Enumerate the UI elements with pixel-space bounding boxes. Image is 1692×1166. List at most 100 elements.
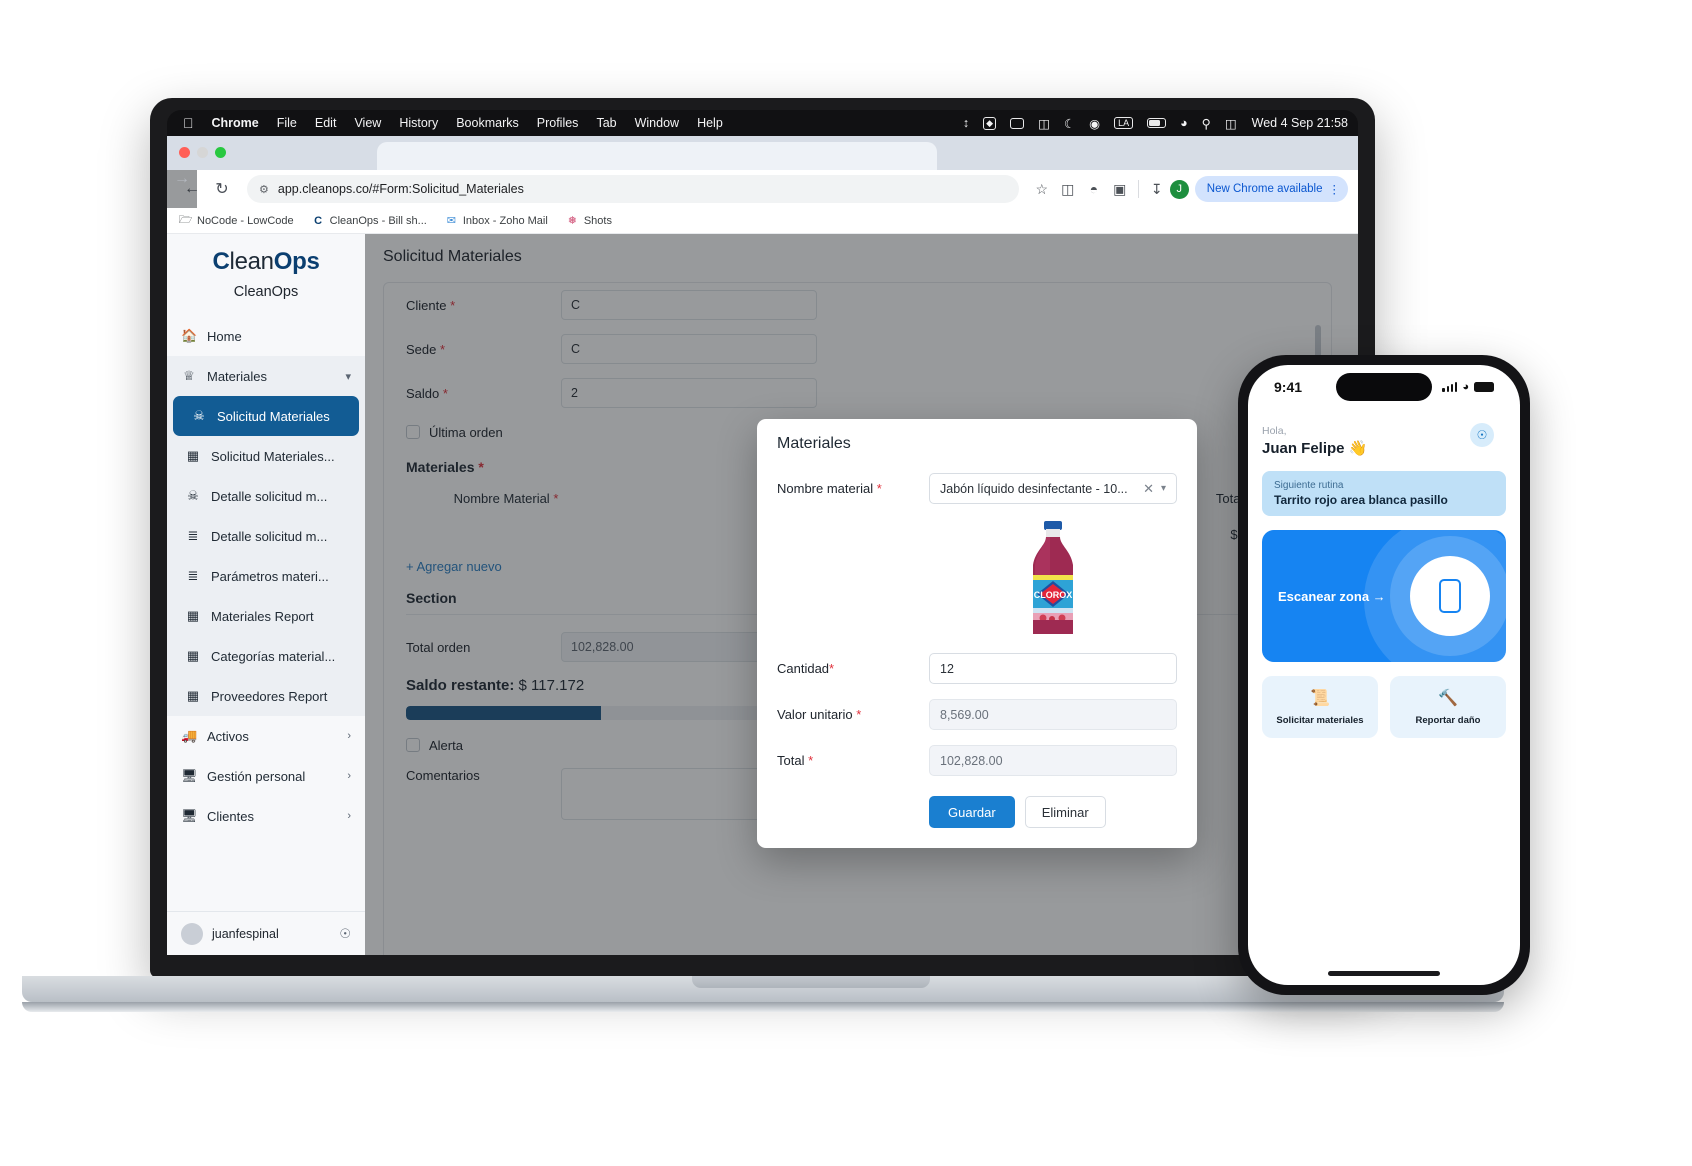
sidebar-item-categorias-material[interactable]: ▦ Categorías material... (167, 636, 365, 676)
scan-zone-card[interactable]: Escanear zona → (1262, 530, 1506, 662)
menu-edit[interactable]: Edit (306, 116, 346, 130)
delete-button[interactable]: Eliminar (1024, 796, 1106, 828)
routine-title: Tarrito rojo area blanca pasillo (1274, 493, 1448, 507)
display-icon[interactable] (1003, 117, 1031, 129)
close-icon[interactable]: ✕ (1136, 481, 1161, 497)
record-icon[interactable]: ◉ (1082, 116, 1107, 131)
sidebar-item-label: Home (207, 328, 242, 344)
bookmark-cleanops-bill[interactable]: C CleanOps - Bill sh... (312, 214, 427, 227)
bookmark-inbox-zoho[interactable]: ✉ Inbox - Zoho Mail (445, 214, 548, 228)
apple-logo-icon[interactable]:  (173, 116, 203, 130)
sidebar-item-detalle-solicitud-1[interactable]: ☠ Detalle solicitud m... (167, 476, 365, 516)
bookmark-star-icon[interactable]: ☆ (1029, 181, 1055, 198)
chevron-right-icon[interactable]: › (347, 770, 351, 782)
menu-tab[interactable]: Tab (587, 116, 625, 130)
menu-profiles[interactable]: Profiles (528, 116, 588, 130)
sidebar-item-label: Gestión personal (207, 768, 306, 784)
toolbar-divider (1137, 180, 1139, 198)
input-source-la-icon[interactable]: LA (1107, 117, 1140, 129)
site-info-tune-icon[interactable]: ⚙ (259, 183, 269, 196)
sidebar-item-materiales-report[interactable]: ▦ Materiales Report (167, 596, 365, 636)
close-window-button[interactable] (179, 147, 190, 158)
notification-icon[interactable]: ☉ (1470, 423, 1494, 447)
brand-subtitle: CleanOps (233, 284, 299, 300)
puzzle-icon[interactable]: ▣ (1107, 181, 1133, 198)
save-button[interactable]: Guardar (929, 796, 1015, 828)
modal-label-total: Total * (777, 753, 929, 768)
profile-avatar[interactable]: J (1169, 179, 1189, 199)
menu-window[interactable]: Window (626, 116, 688, 130)
control-center-icon[interactable]: ◫ (1218, 116, 1244, 131)
menu-bookmarks[interactable]: Bookmarks (447, 116, 528, 130)
next-routine-card[interactable]: Siguiente rutina Tarrito rojo area blanc… (1262, 471, 1506, 516)
sidebar-item-activos[interactable]: 🚚 Activos › (167, 716, 365, 756)
menu-file[interactable]: File (268, 116, 306, 130)
reload-button[interactable]: ↻ (207, 179, 237, 199)
greeting-name: Juan Felipe 👋 (1262, 440, 1368, 457)
laptop-lip (22, 1002, 1504, 1012)
sidebar-item-proveedores-report[interactable]: ▦ Proveedores Report (167, 676, 365, 716)
home-indicator (1328, 971, 1440, 976)
materiales-modal: Materiales Nombre material * Jabón líqui… (757, 419, 1197, 848)
download-icon[interactable]: ↧ (1144, 181, 1170, 198)
browser-tab[interactable] (377, 142, 937, 170)
battery-icon[interactable] (1140, 118, 1173, 128)
forward-button[interactable]: → (167, 170, 197, 208)
logo-c: C (212, 248, 230, 275)
maximize-window-button[interactable] (215, 147, 226, 158)
usb-icon[interactable]: ◫ (1031, 116, 1057, 131)
sidebar-item-materiales[interactable]: ♕ Materiales ▾ (167, 356, 365, 396)
new-chrome-available-pill[interactable]: New Chrome available ⋮ (1194, 176, 1348, 202)
dropbox-icon[interactable]: ◆ (976, 116, 1003, 130)
modal-title: Materiales (777, 435, 851, 452)
tile-label: Reportar daño (1415, 715, 1481, 726)
mac-menu-bar:  Chrome File Edit View History Bookmark… (167, 110, 1358, 136)
bookmark-nocode-lowcode[interactable]: 🗁 NoCode - LowCode (179, 214, 294, 227)
tile-reportar-dano[interactable]: 🔨 Reportar daño (1390, 676, 1506, 738)
bookmark-label: Inbox - Zoho Mail (462, 214, 548, 227)
split-screen-icon[interactable]: ◫ (1055, 181, 1081, 198)
bookmark-shots[interactable]: ❅ Shots (566, 214, 612, 228)
menu-help[interactable]: Help (688, 116, 732, 130)
required-marker: * (829, 661, 835, 676)
address-bar[interactable]: ⚙ app.cleanops.co/#Form:Solicitud_Materi… (247, 175, 1019, 203)
input-cantidad[interactable]: 12 (929, 653, 1177, 684)
sidebar-item-label: Proveedores Report (211, 688, 328, 704)
minimize-window-button[interactable] (197, 147, 208, 158)
chrome-menu-icon[interactable]: ⋮ (1329, 182, 1341, 196)
menubar-clock[interactable]: Wed 4 Sep 21:58 (1244, 116, 1352, 130)
extensions-icon[interactable]: ◓ (1081, 181, 1107, 197)
materiales-group: ♕ Materiales ▾ ☠ Solicitud Materiales ▦ … (167, 356, 365, 716)
menu-history[interactable]: History (390, 116, 447, 130)
chevron-right-icon[interactable]: › (347, 730, 351, 742)
shirt-icon: ☠ (187, 488, 199, 503)
tile-solicitar-materiales[interactable]: 📜 Solicitar materiales (1262, 676, 1378, 738)
bell-icon[interactable]: ☉ (339, 926, 351, 942)
phone-device: 9:41 ◕ Hola, Juan Felipe 👋 ☉ Siguiente r… (1238, 355, 1530, 995)
app-content: Solicitud Materiales Cliente * C Sede * … (365, 234, 1358, 955)
chevron-down-icon[interactable]: ▾ (1161, 483, 1166, 494)
moon-icon[interactable]: ☾ (1057, 116, 1082, 131)
sidebar-item-home[interactable]: 🏠 Home (167, 316, 365, 356)
chevron-down-icon[interactable]: ▾ (345, 370, 351, 383)
modal-row-valor-unitario: Valor unitario * 8,569.00 (777, 699, 1177, 730)
avatar (181, 922, 203, 945)
wifi-icon[interactable]: ◕ (1173, 116, 1195, 130)
menu-chrome[interactable]: Chrome (203, 116, 268, 130)
modal-actions: Guardar Eliminar (777, 796, 1177, 828)
sidebar-item-solicitud-materiales[interactable]: ☠ Solicitud Materiales (173, 396, 359, 436)
chevron-right-icon[interactable]: › (347, 810, 351, 822)
arrows-up-down-icon[interactable]: ↕ (956, 116, 976, 130)
select-value: Jabón líquido desinfectante - 10... (940, 481, 1128, 496)
sidebar-item-solicitud-materiales-report[interactable]: ▦ Solicitud Materiales... (167, 436, 365, 476)
sidebar-item-clientes[interactable]: 🖥 Clientes › (167, 796, 365, 836)
sidebar-item-detalle-solicitud-2[interactable]: ≣ Detalle solicitud m... (167, 516, 365, 556)
search-icon[interactable]: ⚲ (1195, 116, 1218, 131)
modal-row-nombre-material: Nombre material * Jabón líquido desinfec… (777, 473, 1177, 504)
sidebar-item-parametros-materiales[interactable]: ≣ Parámetros materi... (167, 556, 365, 596)
phone-status-icons: ◕ (1442, 381, 1494, 393)
sidebar-user-bar[interactable]: juanfespinal ☉ (167, 911, 365, 955)
menu-view[interactable]: View (345, 116, 390, 130)
sidebar-item-gestion-personal[interactable]: 🖥 Gestión personal › (167, 756, 365, 796)
select-nombre-material[interactable]: Jabón líquido desinfectante - 10... ✕ ▾ (929, 473, 1177, 504)
